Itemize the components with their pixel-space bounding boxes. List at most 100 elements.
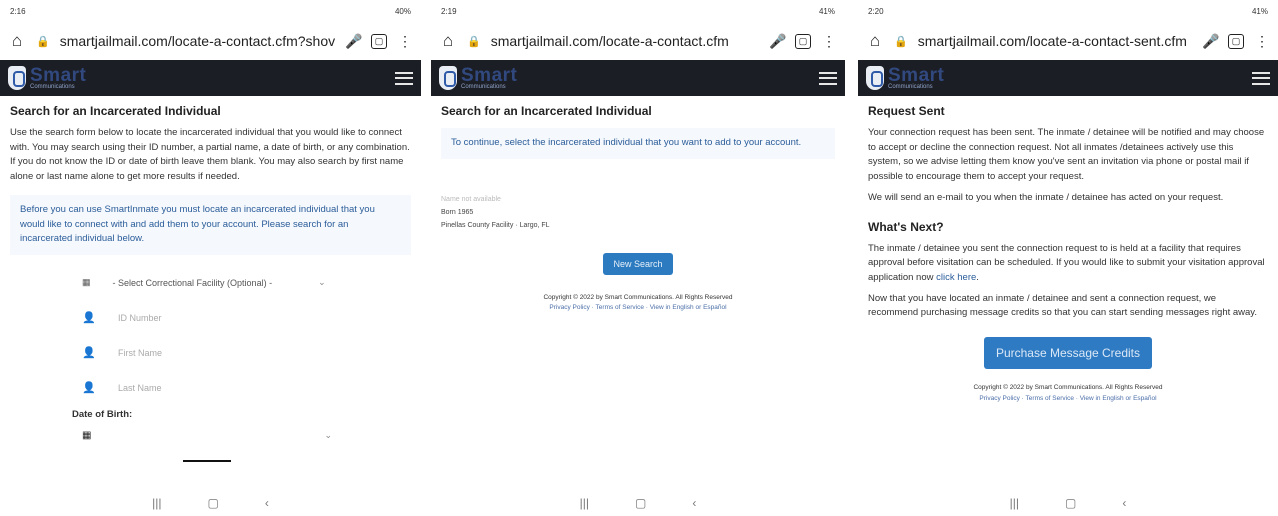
info-notice: To continue, select the incarcerated ind… — [441, 128, 835, 159]
sent-paragraph-1: Your connection request has been sent. T… — [868, 127, 1265, 183]
logo-subtitle: Communications — [30, 84, 75, 90]
status-time: 2:20 — [868, 6, 884, 16]
site-header: Smart Communications — [0, 60, 421, 96]
home-button-icon[interactable]: ▢ — [208, 496, 219, 510]
first-name-placeholder: First Name — [118, 347, 163, 358]
microphone-icon[interactable]: 🎤 — [345, 33, 362, 50]
chevron-down-icon: ⌄ — [324, 429, 332, 440]
building-icon: ▦ — [82, 277, 91, 288]
site-header: Smart Communications — [858, 60, 1278, 96]
person-icon: 👤 — [82, 312, 96, 325]
person-icon: 👤 — [82, 382, 96, 395]
divider — [183, 460, 231, 463]
shield-icon — [866, 66, 884, 90]
footer-links[interactable]: Privacy Policy · Terms of Service · View… — [441, 303, 835, 313]
page-title: Request Sent — [868, 104, 945, 118]
result-name: Name not available — [441, 195, 501, 203]
microphone-icon[interactable]: 🎤 — [769, 33, 786, 50]
more-vertical-icon[interactable]: ⋮ — [1254, 33, 1270, 50]
logo-wordmark: Smart — [888, 65, 945, 86]
new-search-button[interactable]: New Search — [603, 252, 673, 275]
recent-apps-icon[interactable]: ||| — [152, 496, 161, 510]
search-intro: Use the search form below to locate the … — [10, 127, 410, 183]
id-number-placeholder: ID Number — [118, 312, 162, 323]
shield-icon — [8, 66, 26, 90]
sent-paragraph-3: The inmate / detainee you sent the conne… — [868, 242, 1265, 284]
click-here-link[interactable]: click here — [936, 272, 976, 283]
address-bar[interactable]: smartjailmail.com/locate-a-contact.cfm?s… — [60, 33, 335, 49]
lock-icon[interactable]: 🔒 — [467, 35, 481, 48]
dob-select[interactable]: ▦ ⌄ — [82, 420, 332, 450]
home-icon[interactable]: ⌂ — [8, 31, 26, 51]
address-bar[interactable]: smartjailmail.com/locate-a-contact-sent.… — [918, 33, 1192, 49]
tabs-icon[interactable]: ▢ — [371, 33, 387, 49]
search-result-item[interactable]: Name not available Born 1965 Pinellas Co… — [441, 193, 835, 233]
page-footer: Copyright © 2022 by Smart Communications… — [441, 293, 835, 314]
page-title: Search for an Incarcerated Individual — [10, 104, 221, 118]
screen-search-results: 2:19 41% ⌂ 🔒 smartjailmail.com/locate-a-… — [431, 0, 845, 516]
battery-level: 41% — [1251, 6, 1268, 16]
facility-select-value: - Select Correctional Facility (Optional… — [112, 277, 273, 288]
hamburger-menu-icon[interactable] — [395, 71, 413, 85]
sent-paragraph-2: We will send an e-mail to you when the i… — [868, 191, 1224, 203]
battery-level: 41% — [818, 6, 835, 16]
home-icon[interactable]: ⌂ — [439, 31, 457, 51]
last-name-placeholder: Last Name — [118, 382, 162, 393]
status-bar: 2:20 41% — [858, 0, 1278, 22]
visitation-text: The inmate / detainee you sent the conne… — [868, 242, 1265, 284]
result-facility: Pinellas County Facility · Largo, FL — [441, 222, 550, 230]
logo-wordmark: Smart — [461, 65, 518, 86]
footer-links[interactable]: Privacy Policy · Terms of Service · View… — [868, 394, 1268, 404]
dob-label: Date of Birth: — [72, 409, 133, 421]
lock-icon[interactable]: 🔒 — [36, 35, 50, 48]
facility-select[interactable]: ▦ - Select Correctional Facility (Option… — [82, 265, 421, 300]
back-icon[interactable]: ‹ — [1122, 496, 1126, 510]
status-time: 2:16 — [10, 6, 26, 16]
result-born: Born 1965 — [441, 209, 474, 217]
home-button-icon[interactable]: ▢ — [1065, 496, 1076, 510]
id-number-field[interactable]: 👤 ID Number — [82, 300, 421, 335]
lock-icon[interactable]: 🔒 — [894, 35, 908, 48]
tabs-icon[interactable]: ▢ — [795, 33, 811, 49]
status-bar: 2:16 40% — [0, 0, 421, 22]
screen-request-sent: 2:20 41% ⌂ 🔒 smartjailmail.com/locate-a-… — [858, 0, 1278, 516]
logo-subtitle: Communications — [888, 84, 933, 90]
back-icon[interactable]: ‹ — [692, 496, 696, 510]
page-title: Search for an Incarcerated Individual — [441, 104, 652, 118]
smart-communications-logo[interactable]: Smart Communications — [439, 66, 517, 90]
hamburger-menu-icon[interactable] — [1252, 71, 1270, 85]
logo-wordmark: Smart — [30, 65, 87, 86]
logo-subtitle: Communications — [461, 84, 506, 90]
home-icon[interactable]: ⌂ — [866, 31, 884, 51]
tabs-icon[interactable]: ▢ — [1228, 33, 1244, 49]
more-vertical-icon[interactable]: ⋮ — [397, 33, 413, 50]
recent-apps-icon[interactable]: ||| — [580, 496, 589, 510]
home-button-icon[interactable]: ▢ — [635, 496, 646, 510]
smart-communications-logo[interactable]: Smart Communications — [866, 66, 944, 90]
recent-apps-icon[interactable]: ||| — [1010, 496, 1019, 510]
microphone-icon[interactable]: 🎤 — [1202, 33, 1219, 50]
status-bar: 2:19 41% — [431, 0, 845, 22]
person-icon: 👤 — [82, 347, 96, 360]
copyright-text: Copyright © 2022 by Smart Communications… — [973, 384, 1163, 392]
smart-communications-logo[interactable]: Smart Communications — [8, 66, 86, 90]
system-nav-bar: ||| ▢ ‹ — [0, 496, 421, 510]
address-bar[interactable]: smartjailmail.com/locate-a-contact.cfm — [491, 33, 759, 49]
hamburger-menu-icon[interactable] — [819, 71, 837, 85]
first-name-field[interactable]: 👤 First Name — [82, 335, 421, 370]
calendar-icon: ▦ — [82, 429, 92, 441]
system-nav-bar: ||| ▢ ‹ — [431, 496, 845, 510]
purchase-message-credits-button[interactable]: Purchase Message Credits — [983, 337, 1153, 370]
info-notice: Before you can use SmartInmate you must … — [10, 194, 411, 256]
last-name-field[interactable]: 👤 Last Name — [82, 370, 421, 405]
whats-next-heading: What's Next? — [868, 219, 944, 234]
back-icon[interactable]: ‹ — [265, 496, 269, 510]
more-vertical-icon[interactable]: ⋮ — [821, 33, 837, 50]
status-time: 2:19 — [441, 6, 457, 16]
chevron-down-icon: ⌄ — [318, 277, 326, 288]
battery-level: 40% — [394, 6, 411, 16]
browser-toolbar: ⌂ 🔒 smartjailmail.com/locate-a-contact-s… — [858, 22, 1278, 60]
shield-icon — [439, 66, 457, 90]
sent-paragraph-4: Now that you have located an inmate / de… — [868, 292, 1257, 319]
screen-search-form: 2:16 40% ⌂ 🔒 smartjailmail.com/locate-a-… — [0, 0, 421, 516]
